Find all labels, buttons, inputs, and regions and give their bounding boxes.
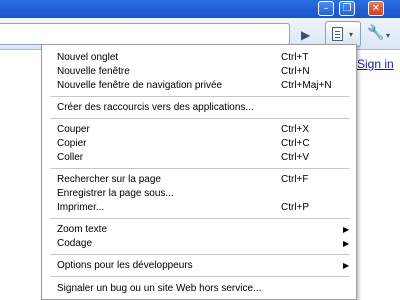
- menu-item-cut[interactable]: Couper Ctrl+X: [42, 122, 356, 137]
- minimize-icon: –: [323, 3, 329, 14]
- close-button[interactable]: ✕: [368, 1, 384, 16]
- close-icon: ✕: [371, 3, 381, 14]
- menu-item-encoding[interactable]: Codage ▶: [42, 236, 356, 251]
- play-icon[interactable]: ▶: [301, 27, 310, 43]
- page-icon: [332, 27, 343, 41]
- menu-item-create-app-shortcuts[interactable]: Créer des raccourcis vers des applicatio…: [42, 100, 356, 115]
- menu-item-new-tab[interactable]: Nouvel onglet Ctrl+T: [42, 50, 356, 65]
- page-caret-icon: ▾: [349, 30, 354, 39]
- submenu-arrow-icon: ▶: [343, 261, 350, 270]
- wrench-icon[interactable]: 🔧: [367, 25, 384, 41]
- sign-in-link[interactable]: Sign in: [357, 57, 394, 71]
- menu-item-save-page-as[interactable]: Enregistrer la page sous...: [42, 186, 356, 201]
- menu-divider: [50, 276, 350, 277]
- menu-divider: [50, 118, 350, 119]
- menu-divider: [50, 254, 350, 255]
- submenu-arrow-icon: ▶: [343, 225, 350, 234]
- menu-item-find[interactable]: Rechercher sur la page Ctrl+F: [42, 172, 356, 187]
- menu-item-report-bug[interactable]: Signaler un bug ou un site Web hors serv…: [42, 281, 356, 296]
- restore-button[interactable]: ❐: [339, 1, 355, 16]
- submenu-arrow-icon: ▶: [343, 239, 350, 248]
- menu-item-text-zoom[interactable]: Zoom texte ▶: [42, 222, 356, 237]
- restore-icon: ❐: [342, 3, 352, 14]
- wrench-caret-icon: ▾: [386, 31, 391, 40]
- window-title-bar: – ❐ ✕: [0, 0, 400, 18]
- minimize-button[interactable]: –: [318, 1, 334, 16]
- menu-divider: [50, 96, 350, 97]
- menu-divider: [50, 168, 350, 169]
- menu-divider: [50, 218, 350, 219]
- menu-item-print[interactable]: Imprimer... Ctrl+P: [42, 200, 356, 215]
- menu-item-private-window[interactable]: Nouvelle fenêtre de navigation privée Ct…: [42, 78, 356, 93]
- menu-item-copy[interactable]: Copier Ctrl+C: [42, 136, 356, 151]
- address-bar[interactable]: [0, 23, 290, 45]
- menu-item-new-window[interactable]: Nouvelle fenêtre Ctrl+N: [42, 64, 356, 79]
- menu-item-paste[interactable]: Coller Ctrl+V: [42, 150, 356, 165]
- page-menu: Nouvel onglet Ctrl+T Nouvelle fenêtre Ct…: [41, 44, 357, 300]
- menu-item-developer-options[interactable]: Options pour les développeurs ▶: [42, 258, 356, 273]
